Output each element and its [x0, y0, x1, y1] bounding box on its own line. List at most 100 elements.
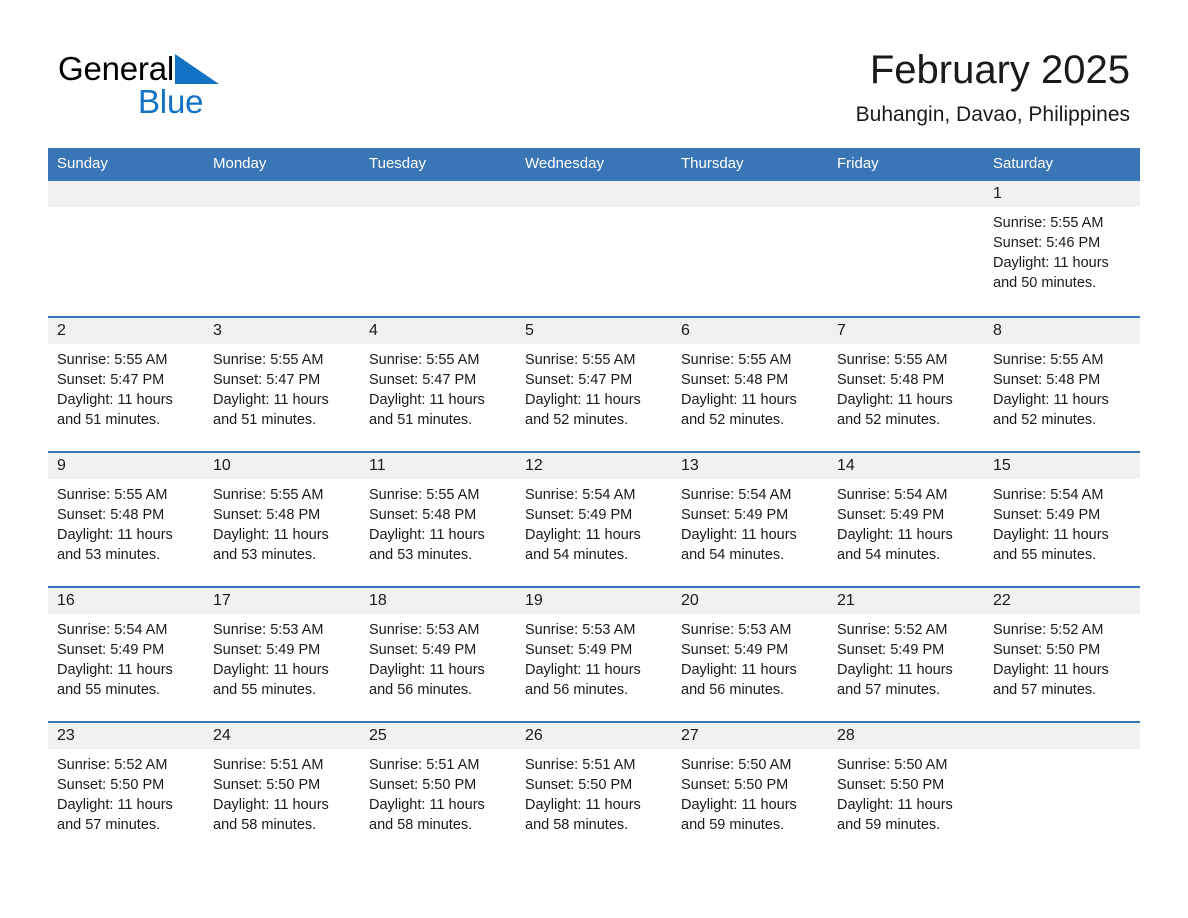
sunset-text: Sunset: 5:47 PM [213, 372, 321, 388]
daylight-text: Daylight: 11 hours and 54 minutes. [525, 527, 641, 563]
daylight-text: Daylight: 11 hours and 53 minutes. [213, 527, 329, 563]
day-cell-empty [672, 181, 828, 316]
day-cell-10[interactable]: 10 Sunrise: 5:55 AM Sunset: 5:48 PM Dayligh… [204, 453, 360, 586]
day-details: Sunrise: 5:51 AM Sunset: 5:50 PM Daylight:… [516, 749, 672, 835]
day-cell-18[interactable]: 18 Sunrise: 5:53 AM Sunset: 5:49 PM Dayligh… [360, 588, 516, 721]
day-cell-25[interactable]: 25 Sunrise: 5:51 AM Sunset: 5:50 PM Dayligh… [360, 723, 516, 856]
daylight-text: Daylight: 11 hours and 52 minutes. [525, 392, 641, 428]
day-number: 23 [57, 727, 75, 744]
sunset-text: Sunset: 5:49 PM [837, 642, 945, 658]
day-number-band: 25 [360, 723, 516, 749]
day-cell-16[interactable]: 16 Sunrise: 5:54 AM Sunset: 5:49 PM Dayligh… [48, 588, 204, 721]
day-number: 18 [369, 592, 387, 609]
day-number: 14 [837, 457, 855, 474]
day-cell-empty [984, 723, 1140, 856]
calendar-weeks: 1 Sunrise: 5:55 AM Sunset: 5:46 PM Daylight… [48, 181, 1140, 856]
calendar-week-row: 23 Sunrise: 5:52 AM Sunset: 5:50 PM Dayligh… [48, 721, 1140, 856]
sunrise-text: Sunrise: 5:53 AM [525, 622, 636, 638]
weekday-header-row: Sunday Monday Tuesday Wednesday Thursday Frid… [48, 148, 1140, 181]
day-cell-7[interactable]: 7 Sunrise: 5:55 AM Sunset: 5:48 PM Daylight… [828, 318, 984, 451]
daylight-text: Daylight: 11 hours and 55 minutes. [993, 527, 1109, 563]
day-cell-13[interactable]: 13 Sunrise: 5:54 AM Sunset: 5:49 PM Dayligh… [672, 453, 828, 586]
day-number-band: 26 [516, 723, 672, 749]
sunrise-text: Sunrise: 5:55 AM [837, 352, 948, 368]
day-number: 3 [213, 322, 222, 339]
day-details: Sunrise: 5:50 AM Sunset: 5:50 PM Daylight:… [828, 749, 984, 835]
daylight-text: Daylight: 11 hours and 55 minutes. [213, 662, 329, 698]
day-cell-20[interactable]: 20 Sunrise: 5:53 AM Sunset: 5:49 PM Dayligh… [672, 588, 828, 721]
sunrise-text: Sunrise: 5:53 AM [369, 622, 480, 638]
day-cell-21[interactable]: 21 Sunrise: 5:52 AM Sunset: 5:49 PM Dayligh… [828, 588, 984, 721]
day-number: 15 [993, 457, 1011, 474]
weekday-header-monday: Monday [213, 155, 267, 172]
daylight-text: Daylight: 11 hours and 56 minutes. [525, 662, 641, 698]
day-cell-15[interactable]: 15 Sunrise: 5:54 AM Sunset: 5:49 PM Dayligh… [984, 453, 1140, 586]
daylight-text: Daylight: 11 hours and 55 minutes. [57, 662, 173, 698]
day-cell-9[interactable]: 9 Sunrise: 5:55 AM Sunset: 5:48 PM Daylight… [48, 453, 204, 586]
sunset-text: Sunset: 5:48 PM [213, 507, 321, 523]
day-cell-17[interactable]: 17 Sunrise: 5:53 AM Sunset: 5:49 PM Dayligh… [204, 588, 360, 721]
day-cell-24[interactable]: 24 Sunrise: 5:51 AM Sunset: 5:50 PM Dayligh… [204, 723, 360, 856]
daylight-text: Daylight: 11 hours and 56 minutes. [369, 662, 485, 698]
day-cell-26[interactable]: 26 Sunrise: 5:51 AM Sunset: 5:50 PM Dayligh… [516, 723, 672, 856]
day-details: Sunrise: 5:52 AM Sunset: 5:50 PM Daylight:… [48, 749, 204, 835]
calendar-week-row: 1 Sunrise: 5:55 AM Sunset: 5:46 PM Daylight… [48, 181, 1140, 316]
day-cell-5[interactable]: 5 Sunrise: 5:55 AM Sunset: 5:47 PM Daylight… [516, 318, 672, 451]
daylight-text: Daylight: 11 hours and 50 minutes. [993, 255, 1109, 291]
sunset-text: Sunset: 5:49 PM [993, 507, 1101, 523]
day-number-band: 3 [204, 318, 360, 344]
day-number-band [516, 181, 672, 207]
day-number: 8 [993, 322, 1002, 339]
logo-triangle-icon [175, 54, 220, 84]
day-number-band: 16 [48, 588, 204, 614]
sunrise-text: Sunrise: 5:54 AM [993, 487, 1104, 503]
page-title: February 2025 [869, 48, 1130, 92]
day-cell-8[interactable]: 8 Sunrise: 5:55 AM Sunset: 5:48 PM Daylight… [984, 318, 1140, 451]
sunrise-text: Sunrise: 5:55 AM [57, 352, 168, 368]
day-number-band: 20 [672, 588, 828, 614]
logo-text-general: General [58, 50, 175, 87]
sunset-text: Sunset: 5:48 PM [837, 372, 945, 388]
day-number: 11 [369, 457, 386, 474]
daylight-text: Daylight: 11 hours and 57 minutes. [993, 662, 1109, 698]
calendar-week-row: 9 Sunrise: 5:55 AM Sunset: 5:48 PM Daylight… [48, 451, 1140, 586]
day-number: 26 [525, 727, 543, 744]
day-number-band: 12 [516, 453, 672, 479]
day-cell-12[interactable]: 12 Sunrise: 5:54 AM Sunset: 5:49 PM Dayligh… [516, 453, 672, 586]
day-cell-2[interactable]: 2 Sunrise: 5:55 AM Sunset: 5:47 PM Daylight… [48, 318, 204, 451]
sunset-text: Sunset: 5:50 PM [213, 777, 321, 793]
day-cell-6[interactable]: 6 Sunrise: 5:55 AM Sunset: 5:48 PM Daylight… [672, 318, 828, 451]
day-details: Sunrise: 5:55 AM Sunset: 5:46 PM Daylight:… [984, 207, 1140, 293]
sunset-text: Sunset: 5:50 PM [993, 642, 1101, 658]
day-number-band: 14 [828, 453, 984, 479]
sunrise-text: Sunrise: 5:50 AM [681, 757, 792, 773]
day-details: Sunrise: 5:54 AM Sunset: 5:49 PM Daylight:… [984, 479, 1140, 565]
day-details: Sunrise: 5:52 AM Sunset: 5:50 PM Daylight:… [984, 614, 1140, 700]
day-number-band: 28 [828, 723, 984, 749]
daylight-text: Daylight: 11 hours and 52 minutes. [681, 392, 797, 428]
day-number-band [828, 181, 984, 207]
day-cell-11[interactable]: 11 Sunrise: 5:55 AM Sunset: 5:48 PM Dayligh… [360, 453, 516, 586]
daylight-text: Daylight: 11 hours and 57 minutes. [57, 797, 173, 833]
day-cell-4[interactable]: 4 Sunrise: 5:55 AM Sunset: 5:47 PM Daylight… [360, 318, 516, 451]
day-cell-3[interactable]: 3 Sunrise: 5:55 AM Sunset: 5:47 PM Daylight… [204, 318, 360, 451]
day-details: Sunrise: 5:55 AM Sunset: 5:47 PM Daylight:… [48, 344, 204, 430]
day-number: 21 [837, 592, 855, 609]
day-cell-23[interactable]: 23 Sunrise: 5:52 AM Sunset: 5:50 PM Dayligh… [48, 723, 204, 856]
day-number: 27 [681, 727, 699, 744]
weekday-header-saturday: Saturday [993, 155, 1054, 172]
day-cell-14[interactable]: 14 Sunrise: 5:54 AM Sunset: 5:49 PM Dayligh… [828, 453, 984, 586]
day-number-band: 9 [48, 453, 204, 479]
sunset-text: Sunset: 5:49 PM [681, 507, 789, 523]
day-number: 1 [993, 185, 1002, 202]
generalblue-logo[interactable]: General Blue [58, 48, 220, 120]
day-cell-22[interactable]: 22 Sunrise: 5:52 AM Sunset: 5:50 PM Dayligh… [984, 588, 1140, 721]
day-cell-19[interactable]: 19 Sunrise: 5:53 AM Sunset: 5:49 PM Dayligh… [516, 588, 672, 721]
logo-row-bottom: Blue [58, 84, 219, 120]
day-details: Sunrise: 5:50 AM Sunset: 5:50 PM Daylight:… [672, 749, 828, 835]
day-cell-28[interactable]: 28 Sunrise: 5:50 AM Sunset: 5:50 PM Dayligh… [828, 723, 984, 856]
day-cell-27[interactable]: 27 Sunrise: 5:50 AM Sunset: 5:50 PM Dayligh… [672, 723, 828, 856]
sunrise-text: Sunrise: 5:51 AM [213, 757, 324, 773]
day-cell-1[interactable]: 1 Sunrise: 5:55 AM Sunset: 5:46 PM Daylight… [984, 181, 1140, 316]
sunset-text: Sunset: 5:49 PM [525, 642, 633, 658]
